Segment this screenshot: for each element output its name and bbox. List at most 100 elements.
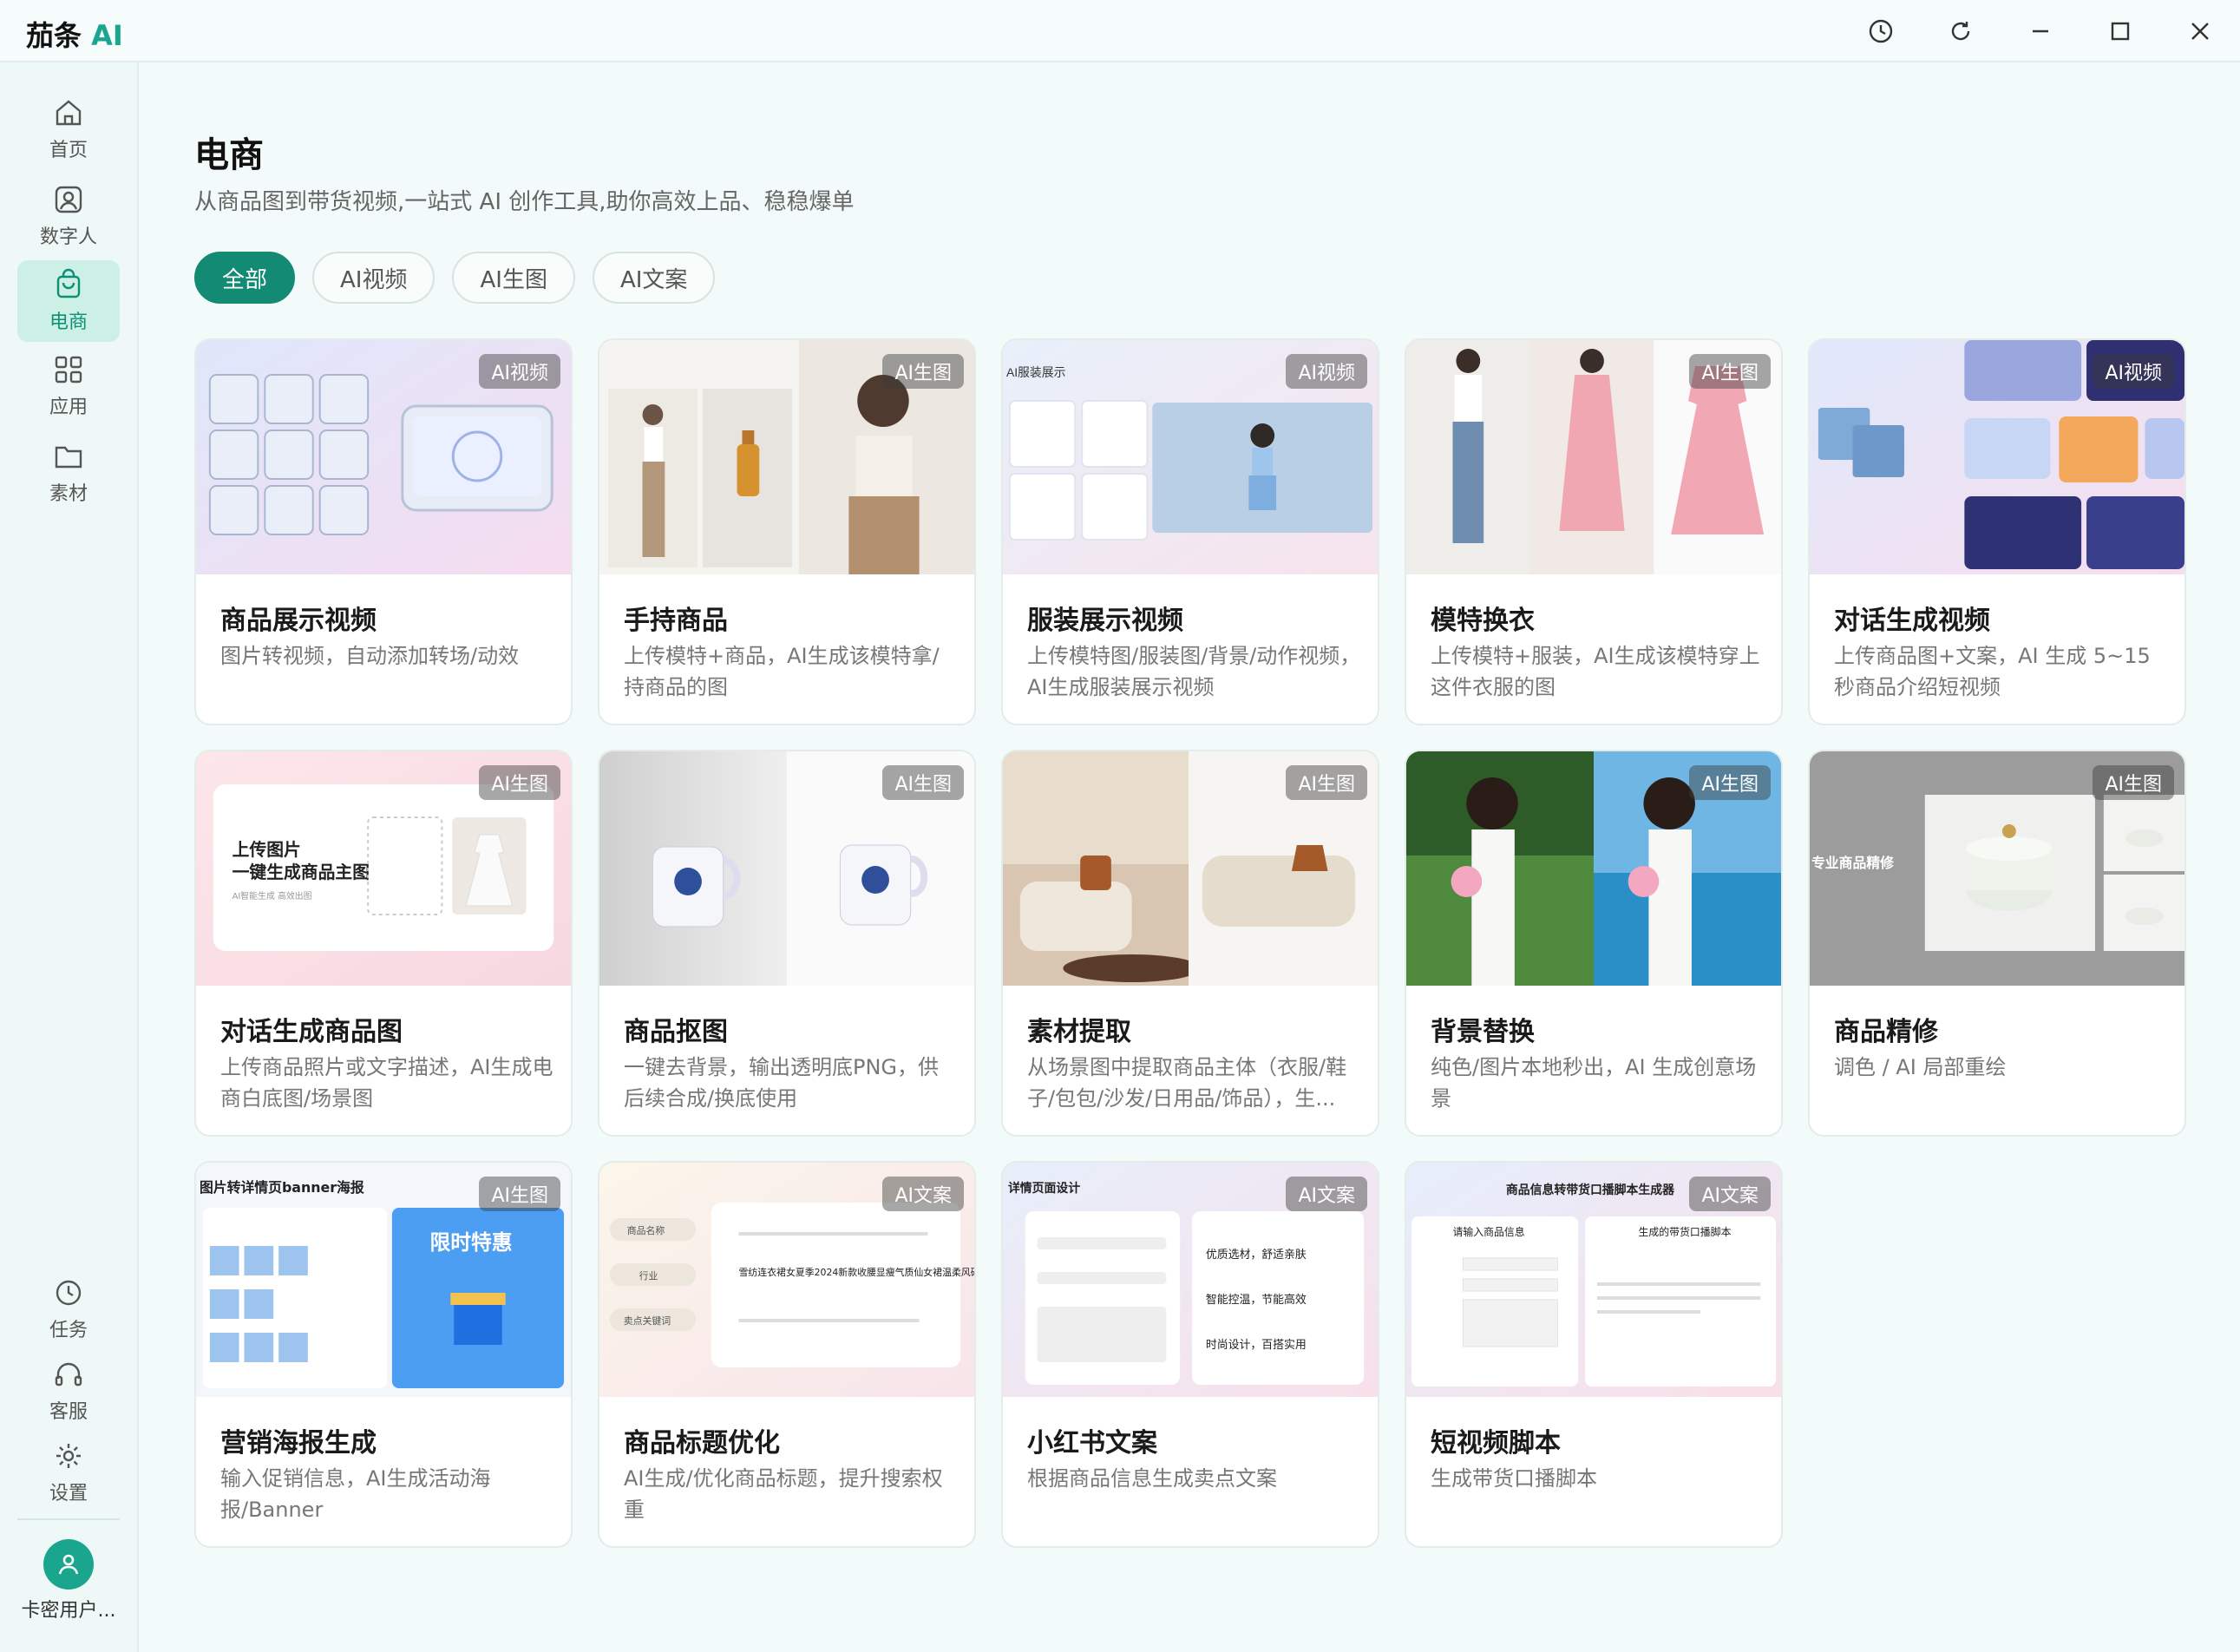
card-description: AI生成/优化商品标题，提升搜索权重 — [624, 1466, 943, 1522]
card-badge: AI生图 — [882, 765, 964, 800]
card-description: 输入促销信息，AI生成活动海报/Banner — [220, 1466, 491, 1522]
card-description: 上传商品照片或文字描述，AI生成电商白底图/场景图 — [220, 1055, 553, 1111]
card-title-optimize[interactable]: 商品名称 行业 卖点关键词 雪纺连衣裙女夏季2024新款收腰显瘦气质仙女裙温柔风… — [598, 1161, 976, 1548]
thumb-point: 优质选材，舒适亲肤 — [1206, 1249, 1307, 1262]
card-badge: AI生图 — [1286, 765, 1367, 800]
maximize-button[interactable] — [2101, 12, 2139, 50]
app-name-ai: AI — [91, 19, 123, 52]
card-badge: AI文案 — [1286, 1177, 1367, 1211]
card-title: 对话生成商品图 — [220, 1017, 403, 1047]
card-title: 服装展示视频 — [1027, 606, 1183, 636]
card-title: 商品精修 — [1834, 1017, 1938, 1047]
thumb-header: 详情页面设计 — [1008, 1181, 1080, 1196]
close-icon — [2191, 23, 2209, 40]
card-badge: AI生图 — [882, 354, 964, 389]
card-title: 营销海报生成 — [220, 1428, 377, 1459]
refresh-button[interactable] — [1942, 12, 1980, 50]
card-hand-hold-product[interactable]: AI生图 手持商品 上传模特+商品，AI生成该模特拿/持商品的图 — [598, 338, 976, 725]
card-description: 从场景图中提取商品主体（衣服/鞋子/包包/沙发/日用品/饰品），生... — [1027, 1055, 1347, 1111]
card-description: 根据商品信息生成卖点文案 — [1027, 1466, 1277, 1491]
card-badge: AI视频 — [479, 354, 560, 389]
sidebar-item-label: 素材 — [49, 483, 88, 505]
home-icon — [56, 100, 82, 126]
sidebar-item-tasks[interactable]: 任务 — [17, 1268, 120, 1350]
card-badge: AI生图 — [479, 765, 560, 800]
card-title: 商品抠图 — [624, 1017, 728, 1047]
card-product-retouch[interactable]: 专业商品精修 AI生图 商品精修 调色 / AI 局部重绘 — [1808, 750, 2186, 1137]
card-asset-extract[interactable]: AI生图 素材提取 从场景图中提取商品主体（衣服/鞋子/包包/沙发/日用品/饰品… — [1001, 750, 1379, 1137]
minimize-icon — [2033, 30, 2048, 33]
sidebar-item-assets[interactable]: 素材 — [17, 432, 120, 514]
headset-icon — [55, 1362, 82, 1386]
card-xiaohongshu-copy[interactable]: 详情页面设计 优质选材，舒适亲肤 智能控温，节能高效 时尚设计，百搭实用 AI文… — [1001, 1161, 1379, 1548]
minimize-button[interactable] — [2021, 12, 2060, 50]
card-title: 手持商品 — [624, 606, 728, 636]
card-short-video-script[interactable]: 商品信息转带货口播脚本生成器 请输入商品信息 生成的带货口播脚本 AI文案 短视… — [1405, 1161, 1783, 1548]
card-title: 素材提取 — [1027, 1017, 1131, 1047]
sidebar-item-support[interactable]: 客服 — [17, 1350, 120, 1432]
card-badge: AI生图 — [1689, 765, 1771, 800]
card-title: 模特换衣 — [1431, 606, 1535, 636]
grid-icon — [55, 356, 82, 384]
card-title: 背景替换 — [1431, 1017, 1535, 1047]
user-icon — [58, 1554, 79, 1575]
page-subtitle: 从商品图到带货视频,一站式 AI 创作工具,助你高效上品、稳稳爆单 — [194, 189, 855, 215]
filter-ai-copy[interactable]: AI文案 — [592, 252, 716, 304]
user-name[interactable]: 卡密用户... — [0, 1595, 137, 1622]
card-clothing-video[interactable]: AI服装展示 AI视频 服装展示视频 上传模特图/服装图/背景/动作视频，AI生… — [1001, 338, 1379, 725]
sidebar-item-digital-human[interactable]: 数字人 — [17, 175, 120, 257]
thumb-point: 智能控温，节能高效 — [1206, 1293, 1307, 1307]
sidebar-item-label: 任务 — [49, 1320, 88, 1341]
card-badge: AI生图 — [479, 1177, 560, 1211]
card-product-cutout[interactable]: AI生图 商品抠图 一键去背景，输出透明底PNG，供后续合成/换底使用 — [598, 750, 976, 1137]
card-description: 调色 / AI 局部重绘 — [1834, 1055, 2007, 1079]
sidebar-item-label: 设置 — [49, 1483, 88, 1504]
thumb-header: 商品信息转带货口播脚本生成器 — [1506, 1183, 1675, 1197]
card-badge: AI文案 — [1689, 1177, 1771, 1211]
sidebar-item-label: 电商 — [49, 311, 88, 333]
thumb-header: AI服装展示 — [1006, 365, 1066, 379]
close-button[interactable] — [2181, 12, 2219, 50]
card-badge: AI生图 — [2093, 765, 2174, 800]
sidebar-item-label: 客服 — [49, 1401, 88, 1423]
card-description: 生成带货口播脚本 — [1431, 1466, 1597, 1491]
thumb-right-label: 生成的带货口播脚本 — [1639, 1225, 1732, 1238]
sidebar-item-apps[interactable]: 应用 — [17, 345, 120, 427]
card-chat-video[interactable]: AI视频 对话生成视频 上传商品图+文案，AI 生成 5~15 秒商品介绍短视频 — [1808, 338, 2186, 725]
sidebar-item-ecommerce[interactable]: 电商 — [17, 260, 120, 342]
card-chat-product-image[interactable]: 上传图片 一键生成商品主图 AI智能生成 高效出图 AI生图 对话生成商品图 上… — [194, 750, 573, 1137]
avatar-icon — [55, 186, 82, 213]
filter-ai-video[interactable]: AI视频 — [312, 252, 436, 304]
gear-icon — [56, 1444, 81, 1468]
card-marketing-poster[interactable]: 图片转详情页banner海报 限时特惠 AI生图 营销海报生成 输入促销信息，A… — [194, 1161, 573, 1548]
thumb-poster-text: 限时特惠 — [430, 1230, 513, 1255]
card-title: 对话生成视频 — [1834, 606, 1990, 636]
history-icon — [1869, 19, 1893, 43]
filter-ai-image[interactable]: AI生图 — [452, 252, 575, 304]
thumb-label: 专业商品精修 — [1811, 855, 1895, 871]
sidebar-item-settings[interactable]: 设置 — [17, 1432, 120, 1513]
card-description: 上传模特+服装，AI生成该模特穿上这件衣服的图 — [1431, 644, 1760, 699]
title-bar: 茄条 AI — [0, 0, 2240, 62]
page-title: 电商 — [194, 135, 264, 175]
card-model-outfit-swap[interactable]: AI生图 模特换衣 上传模特+服装，AI生成该模特穿上这件衣服的图 — [1405, 338, 1783, 725]
card-product-video[interactable]: AI视频 商品展示视频 图片转视频，自动添加转场/动效 — [194, 338, 573, 725]
app-title: 茄条 AI — [26, 14, 123, 54]
refresh-icon — [1951, 22, 1970, 41]
sidebar-item-label: 首页 — [49, 140, 88, 161]
user-avatar[interactable] — [43, 1539, 94, 1590]
history-button[interactable] — [1862, 12, 1900, 50]
card-badge: AI文案 — [882, 1177, 964, 1211]
thumb-header: 图片转详情页banner海报 — [200, 1179, 364, 1196]
sidebar-item-label: 数字人 — [39, 226, 97, 248]
clock-icon — [56, 1280, 82, 1306]
card-background-replace[interactable]: AI生图 背景替换 纯色/图片本地秒出，AI 生成创意场景 — [1405, 750, 1783, 1137]
card-title: 短视频脚本 — [1431, 1428, 1561, 1459]
card-description: 上传模特图/服装图/背景/动作视频，AI生成服装展示视频 — [1027, 644, 1361, 699]
thumb-left-label: 请输入商品信息 — [1453, 1225, 1525, 1238]
sidebar-item-home[interactable]: 首页 — [17, 88, 120, 170]
card-description: 上传商品图+文案，AI 生成 5~15 秒商品介绍短视频 — [1834, 644, 2151, 699]
filter-all[interactable]: 全部 — [194, 252, 296, 304]
card-badge: AI视频 — [1286, 354, 1367, 389]
card-badge: AI视频 — [2093, 354, 2174, 389]
